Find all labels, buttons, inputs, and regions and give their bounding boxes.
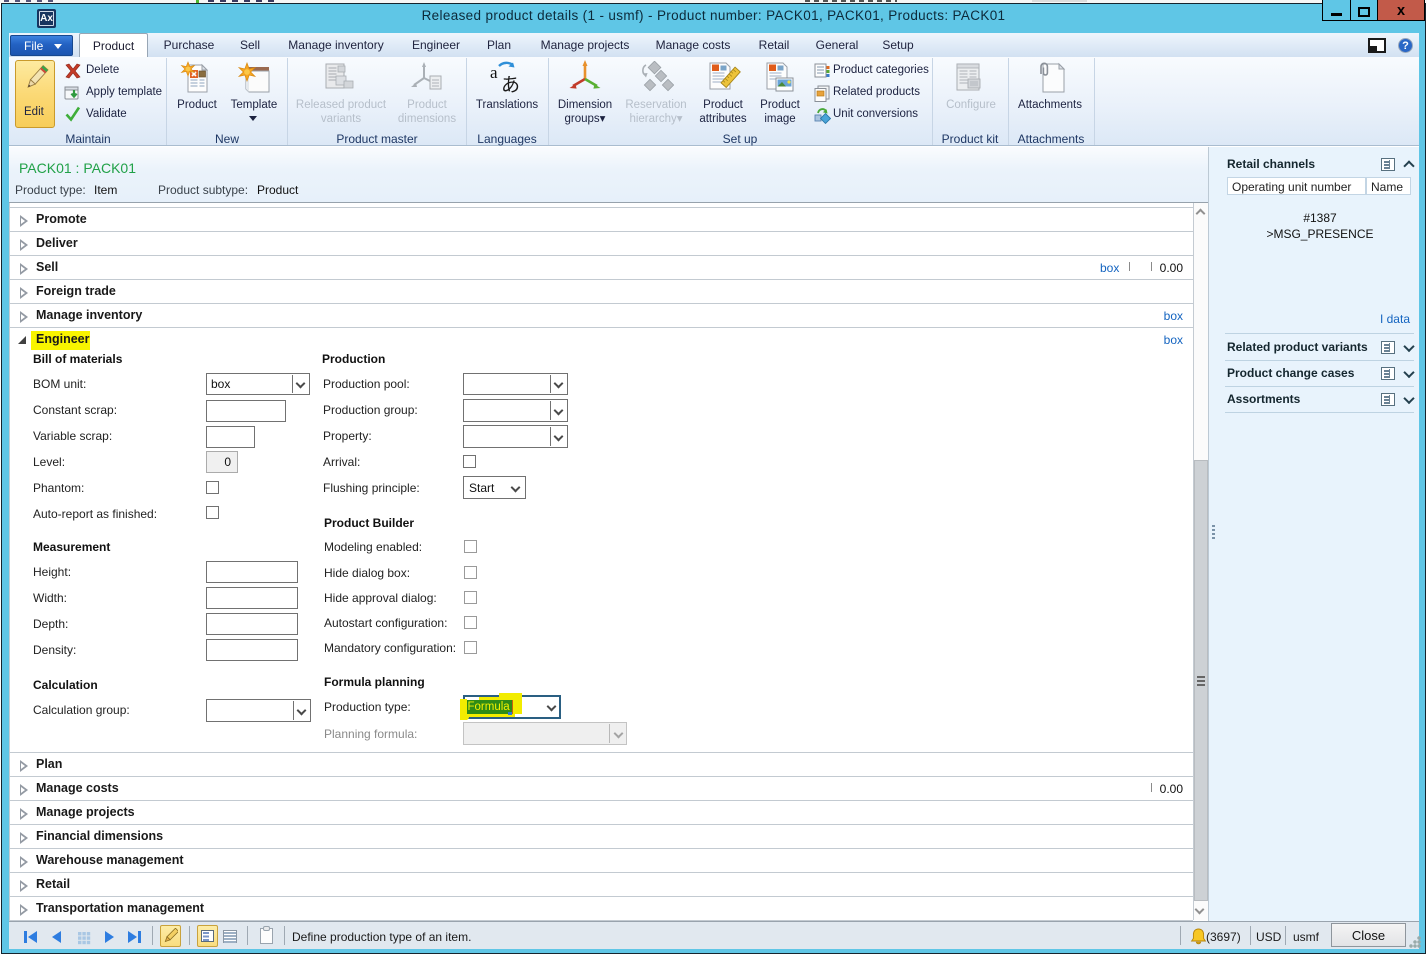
svg-text:a: a <box>490 63 498 82</box>
svg-text:あ: あ <box>501 75 520 96</box>
